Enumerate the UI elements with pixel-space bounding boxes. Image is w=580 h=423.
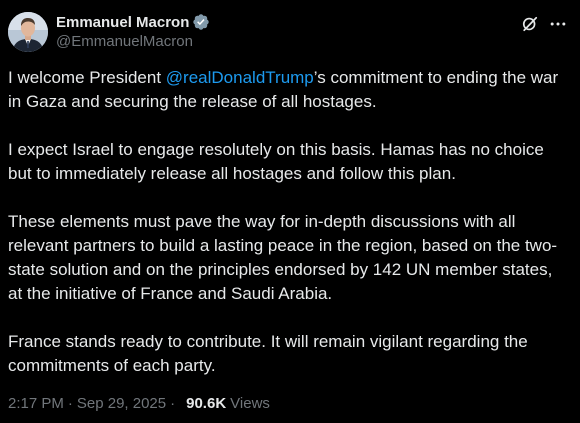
author-avatar[interactable]	[8, 12, 48, 52]
views-label: Views	[230, 395, 270, 412]
tweet-card: Emmanuel Macron @EmmanuelMacron I welcom…	[0, 0, 580, 423]
avatar-portrait-image	[8, 12, 48, 52]
tweet-text: I welcome President @realDonaldTrump’s c…	[8, 66, 568, 402]
author-names: Emmanuel Macron @EmmanuelMacron	[56, 12, 210, 50]
mention-link[interactable]: @realDonaldTrump	[166, 68, 314, 87]
tweet-header-actions	[520, 14, 568, 34]
author-handle[interactable]: @EmmanuelMacron	[56, 33, 210, 50]
verified-badge-icon[interactable]	[192, 13, 210, 31]
tweet-paragraph-3: These elements must pave the way for in-…	[8, 212, 558, 303]
grok-icon[interactable]	[520, 14, 540, 34]
display-name-row: Emmanuel Macron	[56, 12, 210, 32]
paragraph-1-text-start: I welcome President	[8, 68, 166, 87]
tweet-paragraph-2: I expect Israel to engage resolutely on …	[8, 140, 544, 183]
author-display-name[interactable]: Emmanuel Macron	[56, 14, 189, 31]
tweet-date[interactable]: Sep 29, 2025	[77, 395, 166, 412]
meta-separator-2: ·	[170, 395, 176, 412]
meta-separator: ·	[67, 395, 73, 412]
tweet-time[interactable]: 2:17 PM	[8, 395, 64, 412]
more-options-icon[interactable]	[548, 14, 568, 34]
views-count: 90.6K	[186, 395, 227, 412]
tweet-meta: 2:17 PM · Sep 29, 2025 · 90.6K Views	[8, 395, 270, 412]
tweet-paragraph-1: I welcome President @realDonaldTrump’s c…	[8, 66, 568, 114]
tweet-header: Emmanuel Macron @EmmanuelMacron	[8, 10, 568, 56]
tweet-paragraph-4: France stands ready to contribute. It wi…	[8, 332, 528, 375]
